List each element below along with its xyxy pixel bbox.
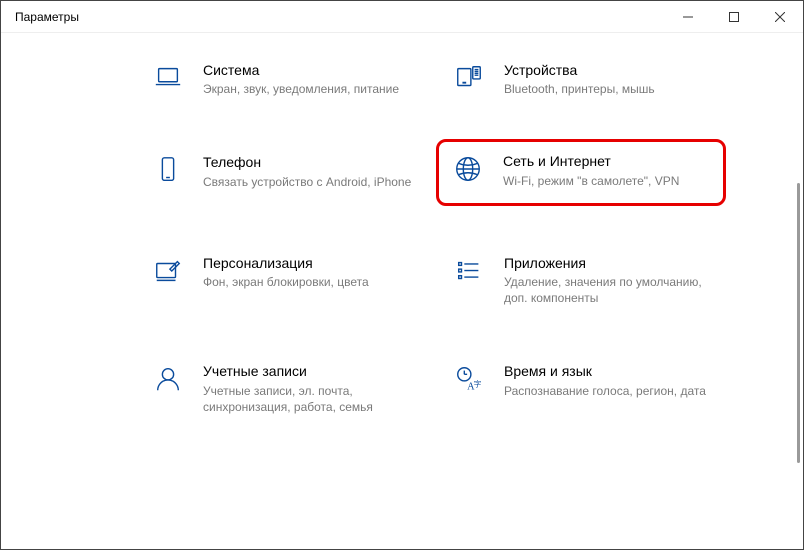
laptop-icon: [151, 63, 185, 97]
tile-text: Персонализация Фон, экран блокировки, цв…: [203, 254, 421, 290]
tile-title: Приложения: [504, 254, 722, 272]
tile-phone[interactable]: Телефон Связать устройство с Android, iP…: [141, 145, 431, 205]
tile-desc: Bluetooth, принтеры, мышь: [504, 81, 722, 97]
minimize-button[interactable]: [665, 1, 711, 33]
tile-time-language[interactable]: A 字 Время и язык Распознавание голоса, р…: [442, 354, 732, 423]
close-button[interactable]: [757, 1, 803, 33]
maximize-button[interactable]: [711, 1, 757, 33]
globe-icon: [451, 154, 485, 188]
tile-text: Учетные записи Учетные записи, эл. почта…: [203, 362, 421, 415]
settings-grid: Система Экран, звук, уведомления, питани…: [1, 33, 803, 443]
tile-title: Время и язык: [504, 362, 722, 380]
tile-system[interactable]: Система Экран, звук, уведомления, питани…: [141, 53, 431, 105]
tile-title: Персонализация: [203, 254, 421, 272]
tile-title: Учетные записи: [203, 362, 421, 380]
tile-text: Телефон Связать устройство с Android, iP…: [203, 153, 421, 189]
time-language-icon: A 字: [452, 364, 486, 398]
tile-network[interactable]: Сеть и Интернет Wi-Fi, режим "в самолете…: [436, 139, 726, 205]
tile-desc: Фон, экран блокировки, цвета: [203, 274, 421, 290]
content-area: Система Экран, звук, уведомления, питани…: [1, 33, 803, 549]
tile-desc: Распознавание голоса, регион, дата: [504, 383, 722, 399]
tile-title: Телефон: [203, 153, 421, 171]
tile-desc: Экран, звук, уведомления, питание: [203, 81, 421, 97]
tile-accounts[interactable]: Учетные записи Учетные записи, эл. почта…: [141, 354, 431, 423]
window-title: Параметры: [15, 10, 79, 24]
scrollbar[interactable]: [797, 183, 800, 463]
paint-icon: [151, 256, 185, 290]
svg-text:字: 字: [474, 379, 482, 389]
person-icon: [151, 364, 185, 398]
tile-desc: Удаление, значения по умолчанию, доп. ко…: [504, 274, 722, 306]
tile-title: Система: [203, 61, 421, 79]
tile-title: Сеть и Интернет: [503, 152, 711, 170]
tile-apps[interactable]: Приложения Удаление, значения по умолчан…: [442, 246, 732, 315]
tile-desc: Wi-Fi, режим "в самолете", VPN: [503, 173, 711, 189]
tile-text: Устройства Bluetooth, принтеры, мышь: [504, 61, 722, 97]
tile-text: Приложения Удаление, значения по умолчан…: [504, 254, 722, 307]
tile-personalization[interactable]: Персонализация Фон, экран блокировки, цв…: [141, 246, 431, 315]
phone-icon: [151, 155, 185, 189]
apps-icon: [452, 256, 486, 290]
tile-desc: Учетные записи, эл. почта, синхронизация…: [203, 383, 421, 415]
tile-desc: Связать устройство с Android, iPhone: [203, 174, 421, 190]
window-controls: [665, 1, 803, 33]
devices-icon: [452, 63, 486, 97]
tile-devices[interactable]: Устройства Bluetooth, принтеры, мышь: [442, 53, 732, 105]
tile-text: Время и язык Распознавание голоса, регио…: [504, 362, 722, 398]
tile-title: Устройства: [504, 61, 722, 79]
tile-text: Сеть и Интернет Wi-Fi, режим "в самолете…: [503, 152, 711, 188]
tile-text: Система Экран, звук, уведомления, питани…: [203, 61, 421, 97]
